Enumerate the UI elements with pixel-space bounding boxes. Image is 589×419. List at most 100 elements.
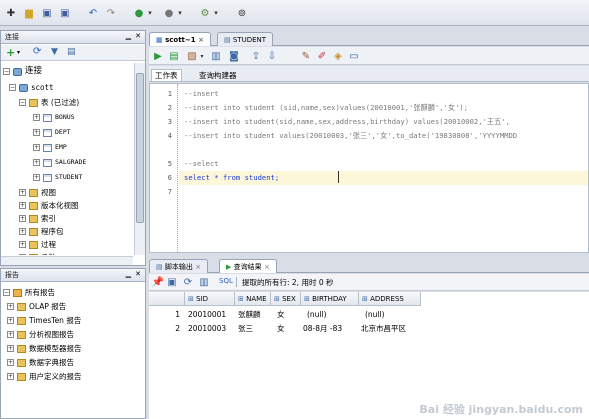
forward-icon[interactable]: ●	[162, 5, 176, 21]
filter-icon[interactable]: ▼	[51, 47, 58, 57]
refresh-icon[interactable]: ⟳	[33, 46, 41, 57]
cell[interactable]: 08-8月 -83	[301, 322, 359, 335]
tree-item-packages[interactable]: + 程序包	[19, 226, 64, 237]
tree-vertical-scrollbar[interactable]	[134, 63, 145, 255]
report-item[interactable]: + OLAP 报告	[7, 301, 66, 312]
scrollbar-thumb[interactable]	[136, 73, 144, 223]
schema-browser-icon[interactable]: ▤	[67, 47, 76, 57]
report-item[interactable]: + 数据字典报告	[7, 357, 74, 368]
tab-query-result[interactable]: ▶ 查询结果 ×	[219, 259, 277, 273]
subtab-query-builder[interactable]: 查询构建器	[199, 70, 237, 81]
cell[interactable]: 女	[271, 322, 301, 335]
tree-item-functions[interactable]: +函数	[19, 252, 56, 255]
pin-icon[interactable]: 📌	[152, 274, 164, 290]
separator	[236, 277, 237, 287]
new-icon[interactable]: ✚	[4, 5, 18, 21]
add-connection-icon[interactable]: +	[6, 46, 15, 59]
tab-scott[interactable]: ▦ scott~1 ×	[149, 32, 211, 46]
close-icon[interactable]: ✕	[135, 270, 141, 278]
tab-close-icon[interactable]: ×	[264, 263, 270, 271]
back-icon[interactable]: ●	[132, 5, 146, 21]
report-item[interactable]: + TimesTen 报告	[7, 315, 81, 326]
worksheet-toolbar: ▶ ▤ ▧ ▾ ▥ ◙ ⇪ ⇩ ✎ ✐ ◈ ▭	[149, 47, 589, 65]
tab-student[interactable]: ▤ STUDENT	[217, 32, 274, 46]
tree-item-editioning-views[interactable]: + 版本化视图	[19, 200, 79, 211]
open-icon[interactable]: ▆	[22, 5, 36, 21]
result-toolbar: 📌 ▣ ⟳ ▥ SQL 提取的所有行: 2, 用时 0 秒	[149, 274, 589, 291]
sql-editor[interactable]: 1 2 3 4 5 6 7 --insert --insert into stu…	[149, 83, 589, 253]
tab-close-icon[interactable]: ×	[195, 263, 201, 271]
connections-panel: 连接 ▁ ✕ + ▾ ⟳ ▼ ▤ − 连接 − scott − 表 (已过滤) + BO…	[0, 30, 146, 266]
folder-icon	[29, 201, 38, 210]
cell[interactable]: 20010003	[185, 322, 235, 335]
save-icon[interactable]: ▣	[40, 5, 54, 21]
tree-label: DEPT	[55, 128, 71, 136]
export-icon[interactable]: ▣	[166, 274, 178, 290]
run-script-icon[interactable]: ▤	[167, 48, 181, 64]
clear-icon[interactable]: ✐	[315, 48, 329, 64]
add-dropdown-icon[interactable]: ▾	[17, 49, 20, 56]
tree-item-table[interactable]: + DEPT	[33, 127, 71, 138]
binoculars-icon[interactable]: ⊚	[234, 5, 250, 21]
query-icon[interactable]: ▥	[198, 274, 210, 290]
tree-item-procedures[interactable]: + 过程	[19, 239, 56, 250]
column-header[interactable]: ⊞ SID	[185, 292, 235, 306]
redo-icon[interactable]: ↷	[104, 5, 118, 21]
sql-tuning-icon[interactable]: ◙	[227, 48, 241, 64]
cell[interactable]: 张三	[235, 322, 271, 335]
sql-button[interactable]: SQL	[219, 277, 233, 285]
folder-icon	[17, 302, 26, 311]
tree-root-connections[interactable]: − 连接	[3, 66, 42, 77]
tree-label: scott	[31, 83, 54, 92]
tree-horizontal-scrollbar[interactable]	[1, 256, 133, 265]
tree-item-table[interactable]: + EMP	[33, 142, 67, 153]
column-header-label: SID	[196, 295, 209, 303]
column-header[interactable]: ⊞ NAME	[235, 292, 271, 306]
tree-item-table[interactable]: + STUDENT	[33, 172, 82, 183]
tree-label: 视图	[41, 188, 56, 197]
tree-item-views[interactable]: + 视图	[19, 187, 56, 198]
column-header[interactable]: ⊞ BIRTHDAY	[301, 292, 359, 306]
column-header[interactable]: ⊞ SEX	[271, 292, 301, 306]
unshared-worksheet-icon[interactable]: ▭	[347, 48, 361, 64]
report-item[interactable]: + 用户定义的报告	[7, 371, 82, 382]
sql-history-icon[interactable]: ✎	[299, 48, 313, 64]
cell[interactable]: 张麒麟	[235, 308, 271, 321]
run-statement-icon[interactable]: ▶	[151, 48, 165, 64]
refresh-icon[interactable]: ⟳	[182, 274, 194, 290]
reports-root[interactable]: − 所有报告	[3, 287, 55, 298]
tree-item-scott[interactable]: − scott	[9, 82, 54, 93]
report-item[interactable]: + 分析视图报告	[7, 329, 74, 340]
autotrace-icon[interactable]: ▧	[185, 48, 199, 64]
commit-icon[interactable]: ⇪	[249, 48, 263, 64]
tree-label: 表 (已过滤)	[41, 98, 80, 107]
explain-plan-icon[interactable]: ▥	[209, 48, 223, 64]
format-icon[interactable]: ◈	[331, 48, 345, 64]
tab-script-output[interactable]: ▤ 脚本输出 ×	[149, 259, 208, 273]
minimize-icon[interactable]: ▁	[126, 32, 131, 40]
cell[interactable]: 20010001	[185, 308, 235, 321]
column-header[interactable]: ⊞ ADDRESS	[359, 292, 421, 306]
migration-dropdown-icon[interactable]: ▾	[212, 5, 220, 21]
autotrace-dropdown-icon[interactable]: ▾	[199, 48, 205, 64]
forward-dropdown-icon[interactable]: ▾	[176, 5, 184, 21]
close-icon[interactable]: ✕	[135, 32, 141, 40]
back-dropdown-icon[interactable]: ▾	[146, 5, 154, 21]
report-item[interactable]: + 数据模型器报告	[7, 343, 82, 354]
undo-icon[interactable]: ↶	[86, 5, 100, 21]
cell[interactable]: 北京市昌平区	[359, 322, 429, 335]
tree-item-tables[interactable]: − 表 (已过滤)	[19, 97, 79, 108]
tree-item-table[interactable]: + SALGRADE	[33, 157, 86, 168]
migration-icon[interactable]: ⚙	[198, 5, 212, 21]
cell[interactable]: (null)	[301, 308, 359, 321]
column-header-label: BIRTHDAY	[312, 295, 347, 303]
cell[interactable]: (null)	[359, 308, 421, 321]
tree-item-table[interactable]: + BONUS	[33, 112, 75, 123]
minimize-icon[interactable]: ▁	[126, 270, 131, 278]
save-all-icon[interactable]: ▣	[58, 5, 72, 21]
tab-close-icon[interactable]: ×	[198, 36, 204, 44]
subtab-worksheet[interactable]: 工作表	[151, 69, 182, 81]
tree-item-indexes[interactable]: + 索引	[19, 213, 56, 224]
rollback-icon[interactable]: ⇩	[265, 48, 279, 64]
cell[interactable]: 女	[271, 308, 301, 321]
